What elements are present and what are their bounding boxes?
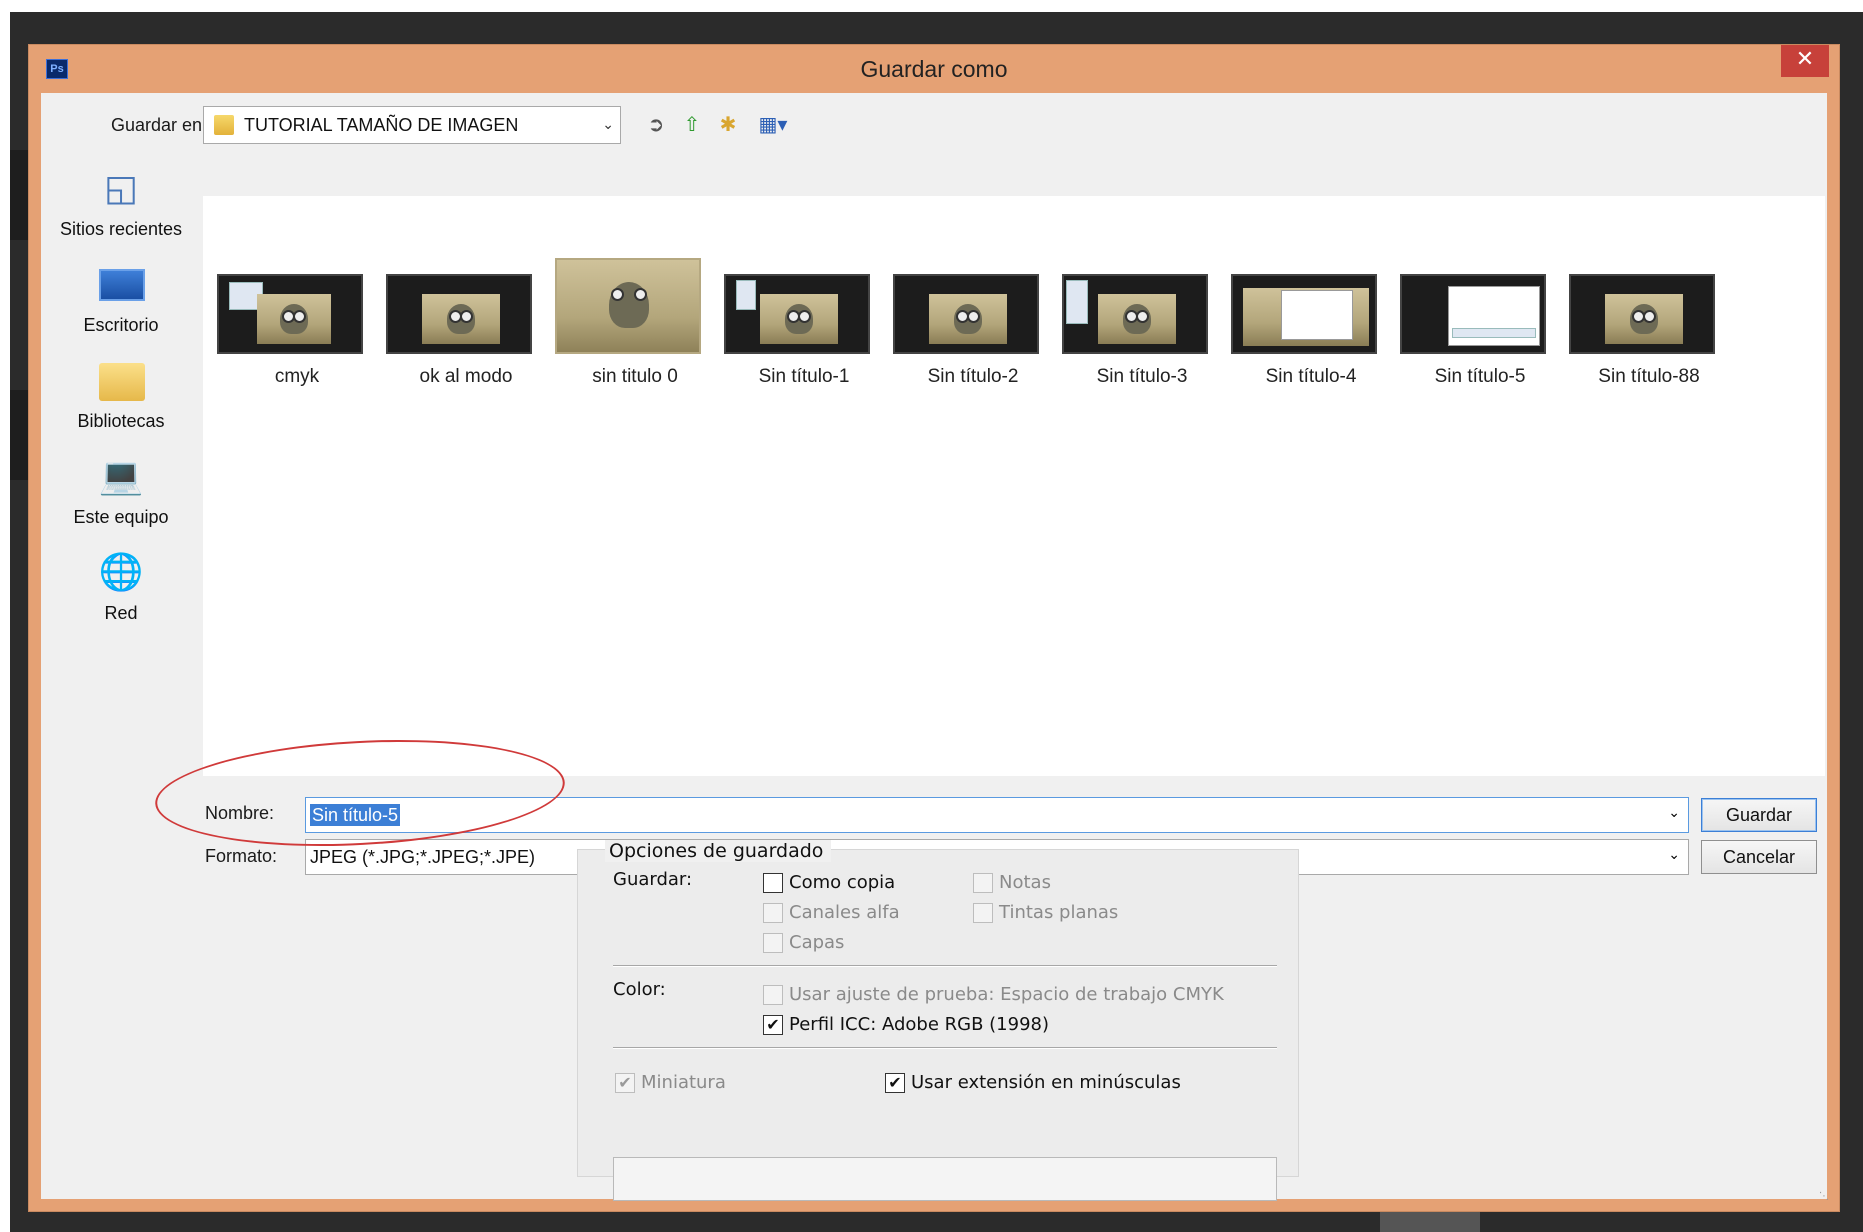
file-name: Sin título-3 <box>1096 366 1188 387</box>
file-name: Sin título-4 <box>1265 366 1357 387</box>
libraries-icon <box>97 359 145 403</box>
place-label: Red <box>104 603 138 623</box>
save-options-title: Opciones de guardado <box>605 840 832 862</box>
place-label: Este equipo <box>73 507 169 527</box>
chevron-down-icon: ⌄ <box>602 117 614 133</box>
file-name: Sin título-5 <box>1434 366 1526 387</box>
background-app-strip <box>10 150 28 240</box>
file-thumbnail <box>217 274 363 354</box>
perfil-icc-checkbox[interactable]: ✔ <box>763 1015 783 1035</box>
options-info-box <box>613 1157 1277 1201</box>
perfil-icc-label[interactable]: Perfil ICC: Adobe RGB (1998) <box>789 1014 1049 1035</box>
places-bar: ◱ Sitios recientes Escritorio Biblioteca… <box>41 153 201 773</box>
como-copia-label[interactable]: Como copia <box>789 872 895 893</box>
save-as-dialog: Ps Guardar como ✕ Guardar en: TUTORIAL T… <box>28 44 1840 1212</box>
computer-icon: 💻 <box>98 456 144 497</box>
place-desktop[interactable]: Escritorio <box>41 263 201 355</box>
file-item[interactable]: Sin título-3 <box>1062 196 1222 387</box>
back-icon[interactable]: ➲ <box>643 111 669 137</box>
dialog-title: Guardar como <box>860 56 1008 82</box>
chevron-down-icon[interactable]: ⌄ <box>1668 805 1680 821</box>
desktop-icon <box>97 263 145 307</box>
place-libraries[interactable]: Bibliotecas <box>41 359 201 451</box>
file-item[interactable]: sin titulo 0 <box>555 196 715 387</box>
file-item[interactable]: cmyk <box>217 196 377 387</box>
title-bar[interactable]: Ps Guardar como ✕ <box>29 45 1839 93</box>
format-value: JPEG (*.JPG;*.JPEG;*.JPE) <box>310 847 536 867</box>
place-network[interactable]: 🌐 Red <box>41 551 201 643</box>
file-thumbnail <box>386 274 532 354</box>
new-folder-icon[interactable]: ✱ <box>715 111 741 137</box>
file-name: Sin título-88 <box>1598 366 1700 387</box>
network-icon: 🌐 <box>98 552 144 593</box>
place-this-pc[interactable]: 💻 Este equipo <box>41 455 201 547</box>
cancel-button[interactable]: Cancelar <box>1701 840 1817 874</box>
usar-extension-checkbox[interactable]: ✔ <box>885 1073 905 1093</box>
usar-extension-label[interactable]: Usar extensión en minúsculas <box>911 1072 1181 1093</box>
file-name: cmyk <box>274 366 320 387</box>
file-list[interactable]: cmyk ok al modo sin titulo 0 Sin título-… <box>203 196 1825 776</box>
save-button[interactable]: Guardar <box>1701 798 1817 832</box>
folder-icon <box>214 115 234 135</box>
file-thumbnail <box>1400 274 1546 354</box>
color-label: Color: <box>613 979 666 1000</box>
background-app-strip <box>10 390 28 480</box>
file-thumbnail <box>1231 274 1377 354</box>
miniatura-label: Miniatura <box>641 1072 726 1093</box>
tintas-planas-label: Tintas planas <box>999 902 1119 923</box>
place-label: Bibliotecas <box>77 411 165 431</box>
usar-ajuste-checkbox <box>763 985 783 1005</box>
canales-alfa-checkbox <box>763 903 783 923</box>
file-name: Sin título-2 <box>927 366 1019 387</box>
recent-places-icon: ◱ <box>103 168 138 209</box>
close-button[interactable]: ✕ <box>1781 45 1829 77</box>
place-label: Escritorio <box>83 315 159 335</box>
file-thumbnail <box>724 274 870 354</box>
desktop-top-edge <box>0 0 1863 12</box>
notas-label: Notas <box>999 872 1051 893</box>
file-item[interactable]: Sin título-2 <box>893 196 1053 387</box>
file-item[interactable]: Sin título-4 <box>1231 196 1391 387</box>
chevron-down-icon: ⌄ <box>1668 847 1680 863</box>
tintas-planas-checkbox <box>973 903 993 923</box>
file-item[interactable]: ok al modo <box>386 196 546 387</box>
file-name: ok al modo <box>419 366 513 387</box>
save-label: Guardar: <box>613 869 693 890</box>
capas-checkbox <box>763 933 783 953</box>
view-menu-icon[interactable]: ▦▾ <box>753 111 793 137</box>
lookin-label: Guardar en: <box>111 115 208 135</box>
file-thumbnail <box>555 258 701 354</box>
como-copia-checkbox[interactable] <box>763 873 783 893</box>
background-taskbar-strip <box>1380 1212 1480 1232</box>
capas-label: Capas <box>789 932 845 953</box>
file-item[interactable]: Sin título-5 <box>1400 196 1560 387</box>
file-item[interactable]: Sin título-1 <box>724 196 884 387</box>
file-item[interactable]: Sin título-88 <box>1569 196 1729 387</box>
save-options-group <box>577 849 1299 1177</box>
place-recent[interactable]: ◱ Sitios recientes <box>41 167 201 259</box>
lookin-value: TUTORIAL TAMAÑO DE IMAGEN <box>244 115 519 135</box>
place-label: Sitios recientes <box>59 219 183 239</box>
up-folder-icon[interactable]: ⇧ <box>679 111 705 137</box>
format-label: Formato: <box>205 846 278 866</box>
file-thumbnail <box>1569 274 1715 354</box>
lookin-dropdown[interactable]: TUTORIAL TAMAÑO DE IMAGEN ⌄ <box>203 106 621 144</box>
options-separator <box>613 1047 1277 1049</box>
notas-checkbox <box>973 873 993 893</box>
resize-grip-icon[interactable]: ⋱ <box>1819 1191 1833 1205</box>
file-name: Sin título-1 <box>758 366 850 387</box>
file-thumbnail <box>1062 274 1208 354</box>
usar-ajuste-label: Usar ajuste de prueba: Espacio de trabaj… <box>789 984 1224 1005</box>
file-name: sin titulo 0 <box>592 366 678 387</box>
options-separator <box>613 965 1277 967</box>
miniatura-checkbox: ✔ <box>615 1073 635 1093</box>
canales-alfa-label: Canales alfa <box>789 902 900 923</box>
file-thumbnail <box>893 274 1039 354</box>
desktop-left-edge <box>0 12 10 1232</box>
